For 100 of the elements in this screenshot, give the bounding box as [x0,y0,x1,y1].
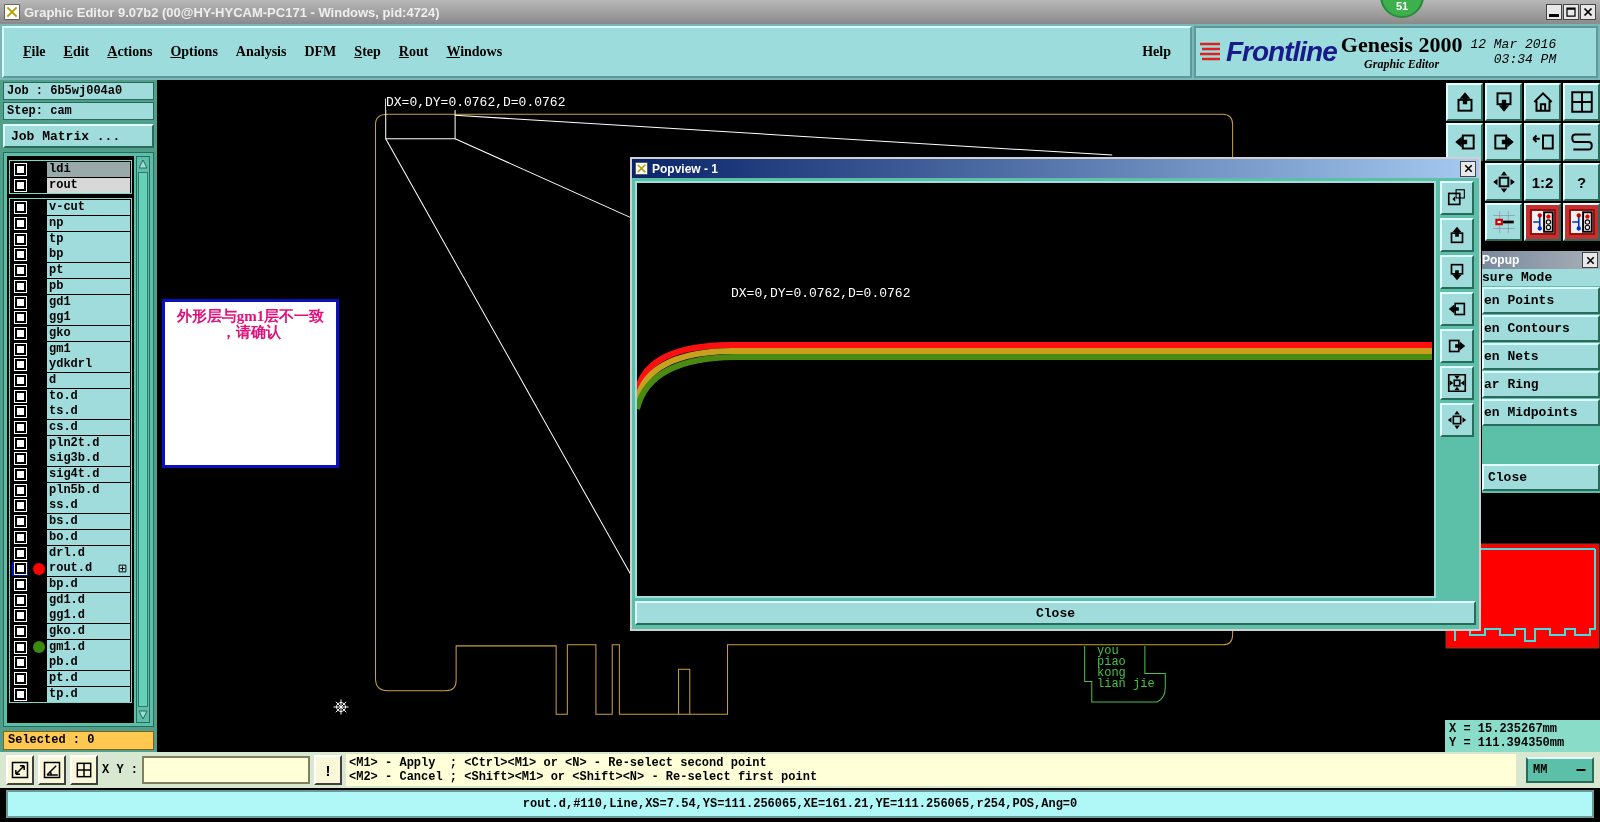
layer-checkbox[interactable] [14,453,26,465]
layer-name[interactable]: ydkdrl [47,357,130,373]
layer-checkbox[interactable] [14,594,26,606]
close-button[interactable]: Close [1482,464,1600,491]
tool-button[interactable] [1440,329,1474,363]
layer-checkbox[interactable] [14,249,26,261]
layer-checkbox[interactable] [14,547,26,559]
popup-option[interactable]: en Nets [1482,343,1600,370]
layer-name[interactable]: ldi [47,162,130,177]
layer-checkbox[interactable] [14,202,26,214]
units-dropdown[interactable]: MM [1526,757,1594,783]
close-button[interactable] [1580,4,1596,20]
popup-option[interactable]: en Midpoints [1482,399,1600,426]
layer-checkbox[interactable] [14,531,26,543]
maximize-button[interactable] [1563,4,1579,20]
tool-button[interactable] [1440,181,1474,215]
menu-item[interactable]: Actions [98,44,162,60]
layer-checkbox[interactable] [14,500,26,512]
layer-name[interactable]: d [47,372,130,388]
coordinate-input[interactable] [142,756,310,784]
layer-name[interactable]: pln5b.d [47,482,130,498]
layer-name[interactable]: pt [47,263,130,279]
layer-name[interactable]: bp.d [47,576,130,592]
tool-button[interactable]: ? [1563,163,1600,201]
popup-option[interactable]: ar Ring [1482,371,1600,398]
tool-button[interactable] [1485,123,1522,161]
tool-button[interactable] [1524,83,1561,121]
layer-name[interactable]: sig3b.d [47,451,130,467]
tool-button[interactable] [1440,292,1474,326]
tool-button[interactable] [1563,123,1600,161]
tool-button[interactable] [1446,123,1483,161]
tool-button[interactable] [1485,83,1522,121]
tool-button[interactable] [1485,203,1522,241]
layer-checkbox[interactable] [14,233,26,245]
layer-name[interactable]: np [47,216,130,232]
layer-checkbox[interactable] [14,641,26,653]
layer-checkbox[interactable] [14,610,26,622]
layer-name[interactable]: bs.d [47,514,130,530]
menu-item[interactable]: Options [161,44,227,60]
layer-name[interactable]: pt.d [47,671,130,686]
layer-checkbox[interactable] [14,179,26,191]
layer-name[interactable]: gko [47,325,130,341]
layer-name[interactable]: rout.d [47,561,130,577]
layer-name[interactable]: gd1 [47,294,130,310]
layer-checkbox[interactable] [14,280,26,292]
menu-item[interactable]: Analysis [226,44,296,60]
layer-name[interactable]: cs.d [47,420,130,435]
layer-checkbox[interactable] [14,327,26,339]
layer-name[interactable]: pln2t.d [47,435,130,451]
layer-checkbox[interactable] [14,516,26,528]
scrollbar[interactable] [136,156,150,723]
layer-name[interactable]: sig4t.d [47,467,130,483]
layer-checkbox[interactable] [14,625,26,637]
menu-item[interactable]: Rout [389,44,438,60]
layer-name[interactable]: to.d [47,388,130,404]
tool-button[interactable]: 1:2 [1524,163,1561,201]
layer-checkbox[interactable] [14,406,26,418]
tool-button[interactable] [1440,218,1474,252]
close-button[interactable] [1460,160,1476,177]
layer-checkbox[interactable] [14,359,26,371]
layer-name[interactable]: bo.d [47,529,130,545]
layer-checkbox[interactable] [14,688,26,700]
menu-item[interactable]: Step [345,44,390,60]
layer-name[interactable]: pb.d [47,655,130,671]
layer-checkbox[interactable] [14,578,26,590]
menu-item[interactable]: Edit [54,44,99,60]
layer-name[interactable]: gd1.d [47,592,130,608]
tool-button[interactable] [1524,203,1561,241]
tool-button[interactable] [1440,255,1474,289]
layer-checkbox[interactable] [14,422,26,433]
menu-item[interactable]: File [14,44,55,60]
menu-item[interactable]: DFM [295,44,346,60]
layer-checkbox[interactable] [14,657,26,669]
close-button[interactable] [1582,252,1598,268]
layer-name[interactable]: v-cut [47,200,130,216]
layer-name[interactable]: drl.d [47,545,130,561]
layer-checkbox[interactable] [14,437,26,449]
layer-checkbox[interactable] [14,218,26,230]
minimize-button[interactable] [1546,4,1562,20]
layer-name[interactable]: ss.d [47,498,130,514]
tool-button[interactable] [1524,123,1561,161]
layer-name[interactable]: bp [47,247,130,263]
layer-name[interactable]: gm1.d [47,639,130,655]
layer-checkbox[interactable] [14,265,26,277]
tool-button[interactable] [1485,163,1522,201]
popup-option[interactable]: en Contours [1482,315,1600,342]
job-matrix-button[interactable]: Job Matrix ... [3,124,154,148]
alert-button[interactable]: ! [314,755,342,785]
layer-name[interactable]: gg1.d [47,608,130,624]
layer-checkbox[interactable] [14,390,26,402]
layer-checkbox[interactable] [14,343,26,355]
layer-name[interactable]: pb [47,278,130,294]
tool-button[interactable] [1446,83,1483,121]
layer-checkbox[interactable] [14,374,26,386]
menu-item[interactable]: Help [1133,44,1180,60]
layer-checkbox[interactable] [14,296,26,308]
layer-name[interactable]: tp.d [47,686,130,702]
layer-checkbox[interactable] [14,469,26,481]
layer-checkbox[interactable] [14,312,26,324]
layer-name[interactable]: tp [47,231,130,247]
